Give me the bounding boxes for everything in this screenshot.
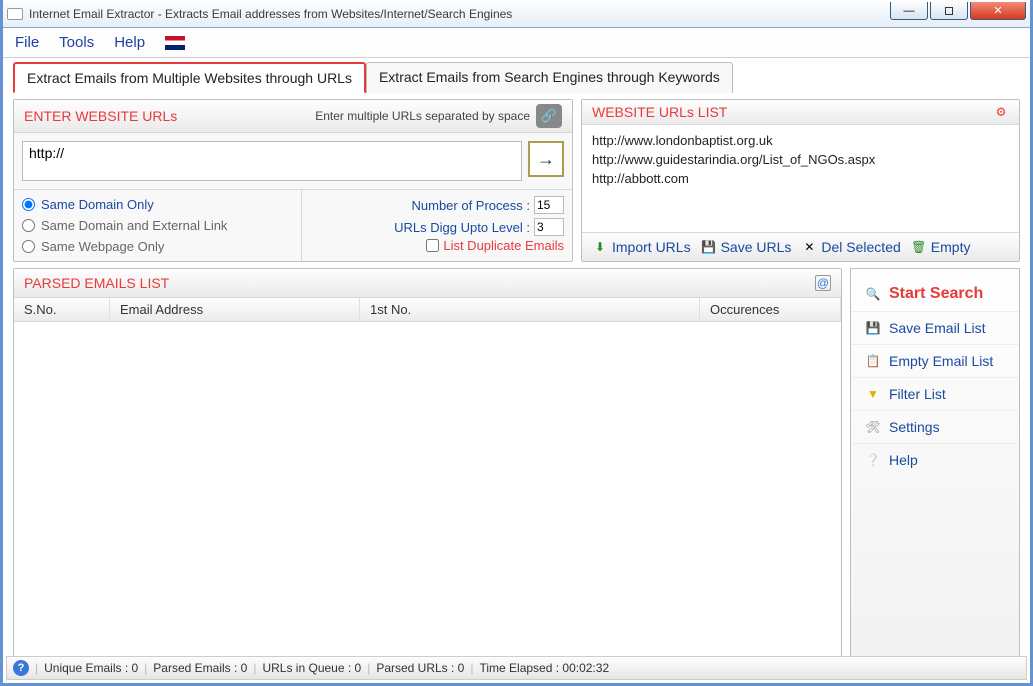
del-selected-button[interactable]: ✕Del Selected xyxy=(801,239,900,255)
digg-level-label: URLs Digg Upto Level : xyxy=(394,220,530,235)
start-search-button[interactable]: 🔍Start Search xyxy=(851,277,1019,312)
radio-same-domain[interactable]: Same Domain Only xyxy=(22,194,293,215)
tab-extract-urls[interactable]: Extract Emails from Multiple Websites th… xyxy=(13,62,366,93)
help-button[interactable]: ❔Help xyxy=(851,444,1019,476)
col-email[interactable]: Email Address xyxy=(110,298,360,321)
titlebar: Internet Email Extractor - Extracts Emai… xyxy=(3,0,1030,28)
list-dup-label: List Duplicate Emails xyxy=(443,238,564,253)
status-parsed: Parsed Emails : 0 xyxy=(153,661,247,675)
side-actions: 🔍Start Search 💾Save Email List 📋Empty Em… xyxy=(850,268,1020,658)
radio-same-external[interactable]: Same Domain and External Link xyxy=(22,215,293,236)
settings-button[interactable]: 🛠Settings xyxy=(851,411,1019,444)
trash-icon: 🗑 xyxy=(911,239,927,255)
empty-icon: 📋 xyxy=(865,353,881,369)
empty-button[interactable]: 🗑Empty xyxy=(911,239,971,255)
tabs: Extract Emails from Multiple Websites th… xyxy=(3,58,1030,93)
search-icon: 🔍 xyxy=(865,286,881,302)
parsed-table-header: S.No. Email Address 1st No. Occurences xyxy=(14,298,841,322)
link-icon[interactable]: 🔗 xyxy=(536,104,562,128)
save-icon: 💾 xyxy=(865,320,881,336)
filter-icon[interactable]: ⚙ xyxy=(993,104,1009,120)
col-1st[interactable]: 1st No. xyxy=(360,298,700,321)
status-elapsed: Time Elapsed : 00:02:32 xyxy=(479,661,609,675)
uk-flag-icon[interactable] xyxy=(165,36,185,50)
statusbar: ? | Unique Emails : 0| Parsed Emails : 0… xyxy=(6,656,1027,680)
parsed-title: PARSED EMAILS LIST xyxy=(24,275,169,291)
menu-tools[interactable]: Tools xyxy=(59,34,94,51)
close-button[interactable]: ✕ xyxy=(970,2,1026,20)
urls-list[interactable]: http://www.londonbaptist.org.uk http://w… xyxy=(582,125,1019,232)
menu-help[interactable]: Help xyxy=(114,34,145,51)
enter-urls-title: ENTER WEBSITE URLs xyxy=(24,108,177,124)
list-item[interactable]: http://www.guidestarindia.org/List_of_NG… xyxy=(592,150,1009,169)
app-icon xyxy=(7,8,23,20)
funnel-icon: ▼ xyxy=(865,386,881,402)
urls-list-title: WEBSITE URLs LIST xyxy=(592,104,727,120)
col-sno[interactable]: S.No. xyxy=(14,298,110,321)
empty-email-list-button[interactable]: 📋Empty Email List xyxy=(851,345,1019,378)
download-icon: ⬇ xyxy=(592,239,608,255)
delete-icon: ✕ xyxy=(801,239,817,255)
save-email-list-button[interactable]: 💾Save Email List xyxy=(851,312,1019,345)
add-url-button[interactable]: → xyxy=(528,141,564,177)
list-dup-checkbox[interactable] xyxy=(426,239,439,252)
save-icon: 💾 xyxy=(701,239,717,255)
url-input[interactable]: http:// xyxy=(22,141,522,181)
save-urls-button[interactable]: 💾Save URLs xyxy=(701,239,792,255)
status-parsed-urls: Parsed URLs : 0 xyxy=(376,661,464,675)
help-icon: ❔ xyxy=(865,452,881,468)
col-occ[interactable]: Occurences xyxy=(700,298,841,321)
maximize-button[interactable] xyxy=(930,2,968,20)
digg-level-input[interactable] xyxy=(534,218,564,236)
status-queue: URLs in Queue : 0 xyxy=(262,661,361,675)
menubar: File Tools Help xyxy=(3,28,1030,58)
tab-extract-keywords[interactable]: Extract Emails from Search Engines throu… xyxy=(366,62,733,93)
status-unique: Unique Emails : 0 xyxy=(44,661,138,675)
num-process-label: Number of Process : xyxy=(412,198,531,213)
menu-file[interactable]: File xyxy=(15,34,39,51)
import-urls-button[interactable]: ⬇Import URLs xyxy=(592,239,691,255)
parsed-table-body[interactable] xyxy=(14,322,841,657)
enter-urls-panel: ENTER WEBSITE URLs Enter multiple URLs s… xyxy=(13,99,573,262)
gear-icon: 🛠 xyxy=(865,419,881,435)
filter-list-button[interactable]: ▼Filter List xyxy=(851,378,1019,411)
list-item[interactable]: http://www.londonbaptist.org.uk xyxy=(592,131,1009,150)
statusbar-help-icon[interactable]: ? xyxy=(13,660,29,676)
list-item[interactable]: http://abbott.com xyxy=(592,169,1009,188)
arrow-right-icon: → xyxy=(537,149,555,170)
radio-same-webpage[interactable]: Same Webpage Only xyxy=(22,236,293,257)
email-icon[interactable]: @ xyxy=(815,275,831,291)
num-process-input[interactable] xyxy=(534,196,564,214)
enter-urls-hint: Enter multiple URLs separated by space xyxy=(315,109,530,123)
minimize-button[interactable]: — xyxy=(890,2,928,20)
parsed-emails-panel: PARSED EMAILS LIST @ S.No. Email Address… xyxy=(13,268,842,658)
window-title: Internet Email Extractor - Extracts Emai… xyxy=(29,7,1026,21)
urls-list-panel: WEBSITE URLs LIST ⚙ http://www.londonbap… xyxy=(581,99,1020,262)
